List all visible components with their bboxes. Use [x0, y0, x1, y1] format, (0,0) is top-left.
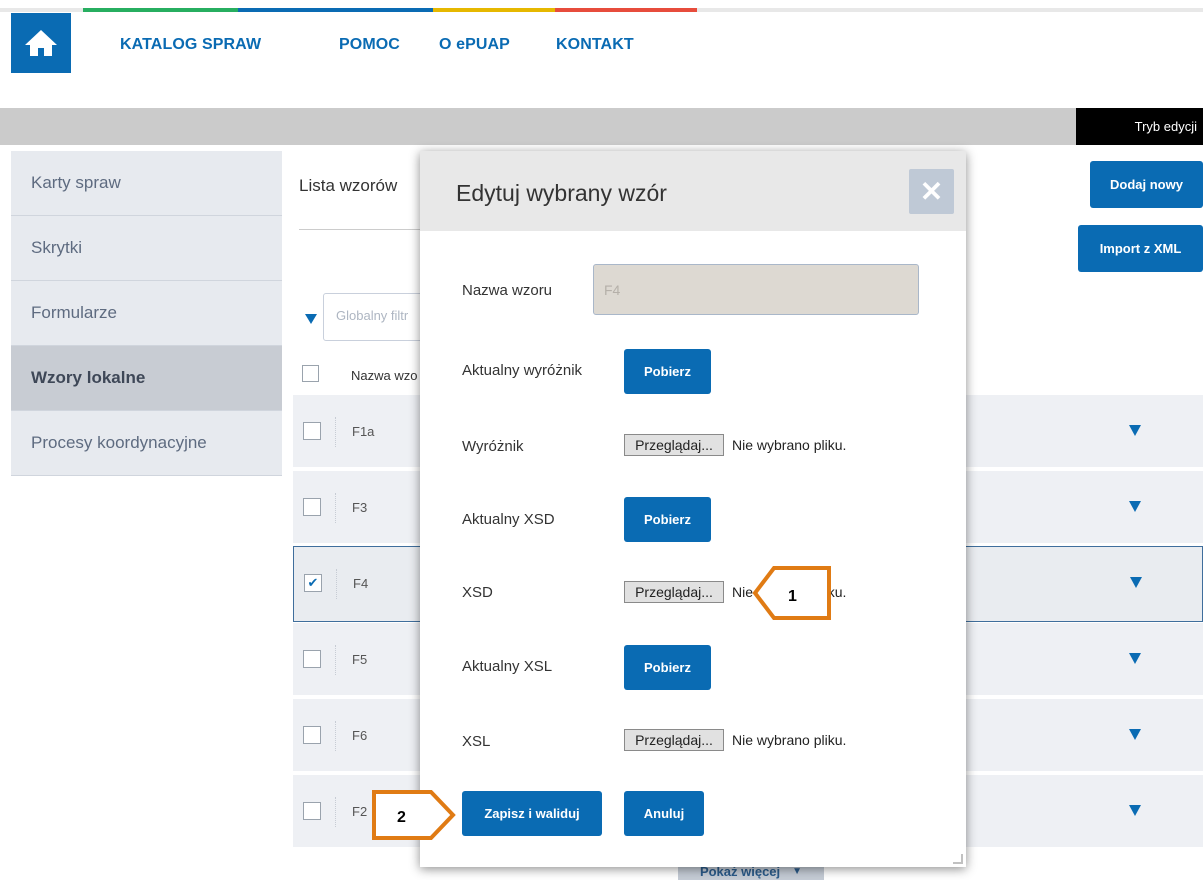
nav-o-epuap[interactable]: O ePUAP: [439, 36, 510, 54]
row-checkbox[interactable]: [303, 802, 321, 820]
nav-katalog-spraw[interactable]: KATALOG SPRAW: [120, 36, 261, 54]
sidebar-item-wzory-lokalne[interactable]: Wzory lokalne: [11, 346, 282, 411]
home-button[interactable]: [11, 13, 71, 73]
xsd-label: XSD: [462, 584, 493, 601]
row-expand-icon[interactable]: [1129, 729, 1141, 740]
close-icon: ✕: [919, 176, 944, 207]
row-name: F1a: [352, 424, 375, 439]
sidebar-item-karty-spraw[interactable]: Karty spraw: [11, 151, 282, 216]
svg-text:2: 2: [397, 809, 406, 826]
row-expand-icon[interactable]: [1129, 501, 1141, 512]
row-expand-icon[interactable]: [1130, 577, 1142, 588]
row-expand-icon[interactable]: [1129, 653, 1141, 664]
browse-xsl-button[interactable]: Przeglądaj...: [624, 729, 724, 751]
callout-2: 2: [372, 790, 456, 840]
home-icon: [25, 30, 57, 56]
marker-label: Wyróżnik: [462, 438, 524, 455]
callout-1: 1: [752, 566, 831, 620]
nav-kontakt[interactable]: KONTAKT: [556, 36, 634, 54]
download-marker-button[interactable]: Pobierz: [624, 349, 711, 394]
row-name: F6: [352, 728, 368, 743]
xsl-file-status: Nie wybrano pliku.: [732, 732, 847, 748]
cancel-button[interactable]: Anuluj: [624, 791, 704, 836]
import-xml-button[interactable]: Import z XML: [1078, 225, 1203, 272]
browse-xsd-button[interactable]: Przeglądaj...: [624, 581, 724, 603]
marker-file-status: Nie wybrano pliku.: [732, 437, 847, 453]
edit-mode-toggle[interactable]: Tryb edycji: [1076, 108, 1203, 145]
nav-pomoc[interactable]: POMOC: [339, 36, 400, 54]
row-name: F3: [352, 500, 368, 515]
top-color-stripe: [0, 8, 1203, 12]
row-checkbox[interactable]: [303, 498, 321, 516]
download-xsd-button[interactable]: Pobierz: [624, 497, 711, 542]
row-checkbox[interactable]: [303, 726, 321, 744]
modal-header: Edytuj wybrany wzór ✕: [420, 151, 966, 231]
global-filter-input[interactable]: Globalny filtr: [323, 293, 433, 341]
sidebar-item-procesy-koordynacyjne[interactable]: Procesy koordynacyjne: [11, 411, 282, 476]
resize-handle-icon[interactable]: [953, 854, 963, 864]
row-checkbox-checked[interactable]: ✔: [304, 574, 322, 592]
browse-marker-button[interactable]: Przeglądaj...: [624, 434, 724, 456]
chevron-down-icon: ▼: [792, 865, 803, 877]
current-xsl-label: Aktualny XSL: [462, 658, 553, 675]
modal-title: Edytuj wybrany wzór: [456, 180, 667, 206]
page-title: Lista wzorów: [299, 176, 398, 195]
select-all-checkbox[interactable]: [302, 365, 319, 382]
add-new-button[interactable]: Dodaj nowy: [1090, 161, 1203, 208]
row-checkbox[interactable]: [303, 650, 321, 668]
column-header-name[interactable]: Nazwa wzo: [351, 368, 417, 383]
row-name: F5: [352, 652, 368, 667]
template-name-field: F4: [593, 264, 919, 315]
xsl-label: XSL: [462, 733, 491, 750]
template-name-label: Nazwa wzoru: [462, 282, 553, 299]
current-xsd-label: Aktualny XSD: [462, 511, 555, 528]
row-checkbox[interactable]: [303, 422, 321, 440]
row-expand-icon[interactable]: [1129, 805, 1141, 816]
close-button[interactable]: ✕: [909, 169, 954, 214]
edit-template-modal: Edytuj wybrany wzór ✕ Nazwa wzoru F4 Akt…: [420, 151, 966, 867]
save-validate-button[interactable]: Zapisz i waliduj: [462, 791, 602, 836]
filter-toggle-icon[interactable]: [305, 314, 317, 324]
download-xsl-button[interactable]: Pobierz: [624, 645, 711, 690]
row-name: F2: [352, 804, 368, 819]
row-name: F4: [353, 576, 369, 591]
toolbar-bar: [0, 108, 1203, 145]
sidebar-item-skrytki[interactable]: Skrytki: [11, 216, 282, 281]
svg-text:1: 1: [788, 588, 797, 605]
sidebar: Karty spraw Skrytki Formularze Wzory lok…: [11, 151, 282, 476]
sidebar-item-formularze[interactable]: Formularze: [11, 281, 282, 346]
row-expand-icon[interactable]: [1129, 425, 1141, 436]
current-marker-label: Aktualny wyróżnik: [462, 362, 583, 379]
title-divider: [299, 229, 424, 230]
